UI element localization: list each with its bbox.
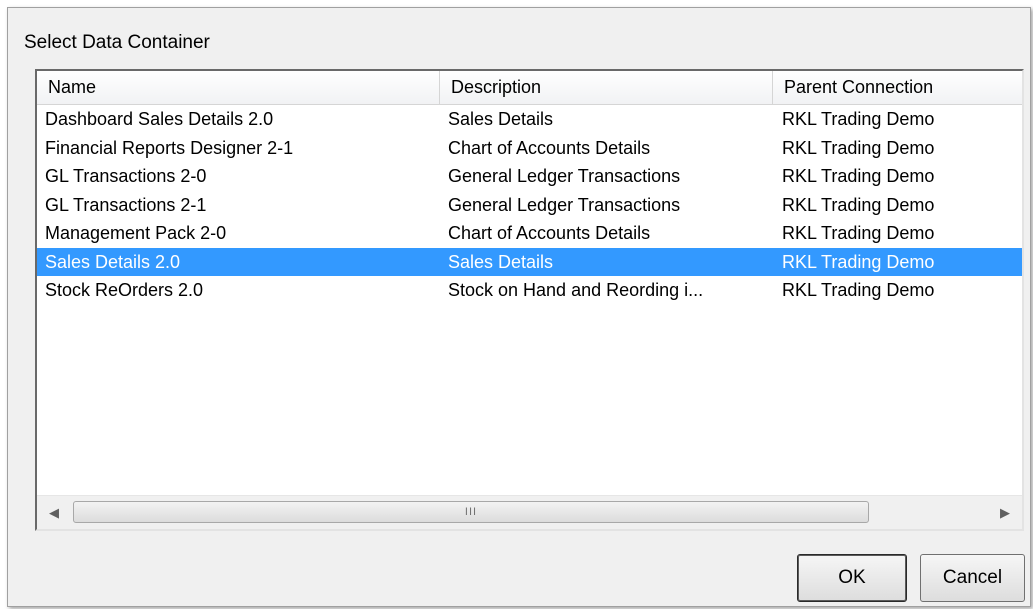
- table-row[interactable]: Financial Reports Designer 2-1 Chart of …: [37, 134, 1022, 163]
- horizontal-scrollbar[interactable]: ◀ III ▶: [37, 495, 1022, 529]
- scroll-right-arrow-icon[interactable]: ▶: [988, 496, 1022, 529]
- row-parent-connection: RKL Trading Demo: [782, 223, 935, 243]
- row-parent-connection: RKL Trading Demo: [782, 251, 935, 272]
- row-parent-connection: RKL Trading Demo: [782, 166, 935, 186]
- select-data-container-dialog: Select Data Container Name Description P…: [7, 7, 1031, 607]
- table-row[interactable]: Stock ReOrders 2.0 Stock on Hand and Reo…: [37, 276, 1022, 305]
- row-name: GL Transactions 2-1: [45, 194, 207, 215]
- list-header: Name Description Parent Connection: [37, 71, 1022, 105]
- row-parent-connection: RKL Trading Demo: [782, 137, 935, 158]
- table-row[interactable]: GL Transactions 2-1 General Ledger Trans…: [37, 191, 1022, 220]
- row-description: Stock on Hand and Reording i...: [448, 280, 704, 300]
- row-description: General Ledger Transactions: [448, 166, 681, 186]
- table-row[interactable]: Dashboard Sales Details 2.0 Sales Detail…: [37, 105, 1022, 134]
- row-description: Sales Details: [448, 251, 554, 272]
- column-header-name[interactable]: Name: [37, 71, 440, 104]
- row-name: Dashboard Sales Details 2.0: [45, 109, 274, 129]
- row-description: Chart of Accounts Details: [448, 137, 651, 158]
- row-name: Management Pack 2-0: [45, 223, 227, 243]
- row-name: Financial Reports Designer 2-1: [45, 137, 294, 158]
- row-parent-connection: RKL Trading Demo: [782, 280, 935, 300]
- row-description: Chart of Accounts Details: [448, 223, 651, 243]
- table-row[interactable]: GL Transactions 2-0 General Ledger Trans…: [37, 162, 1022, 191]
- dialog-title: Select Data Container: [24, 32, 210, 53]
- row-description: Sales Details: [448, 109, 554, 129]
- column-header-parent-connection[interactable]: Parent Connection: [773, 71, 1022, 104]
- cancel-button[interactable]: Cancel: [920, 554, 1025, 602]
- row-parent-connection: RKL Trading Demo: [782, 109, 935, 129]
- row-parent-connection: RKL Trading Demo: [782, 194, 935, 215]
- column-header-description[interactable]: Description: [440, 71, 773, 104]
- row-name: Stock ReOrders 2.0: [45, 280, 204, 300]
- row-name: Sales Details 2.0: [45, 251, 181, 272]
- row-description: General Ledger Transactions: [448, 194, 681, 215]
- row-name: GL Transactions 2-0: [45, 166, 207, 186]
- table-row-selected[interactable]: Sales Details 2.0 Sales Details RKL Trad…: [37, 247, 1022, 276]
- scrollbar-thumb[interactable]: III: [73, 501, 869, 523]
- list-rows: Dashboard Sales Details 2.0 Sales Detail…: [37, 105, 1022, 305]
- table-row[interactable]: Management Pack 2-0 Chart of Accounts De…: [37, 219, 1022, 248]
- ok-button[interactable]: OK: [797, 554, 907, 602]
- scroll-left-arrow-icon[interactable]: ◀: [37, 496, 71, 529]
- scroll-grip-icon: III: [464, 506, 478, 518]
- data-container-list[interactable]: Name Description Parent Connection Dashb…: [35, 69, 1024, 531]
